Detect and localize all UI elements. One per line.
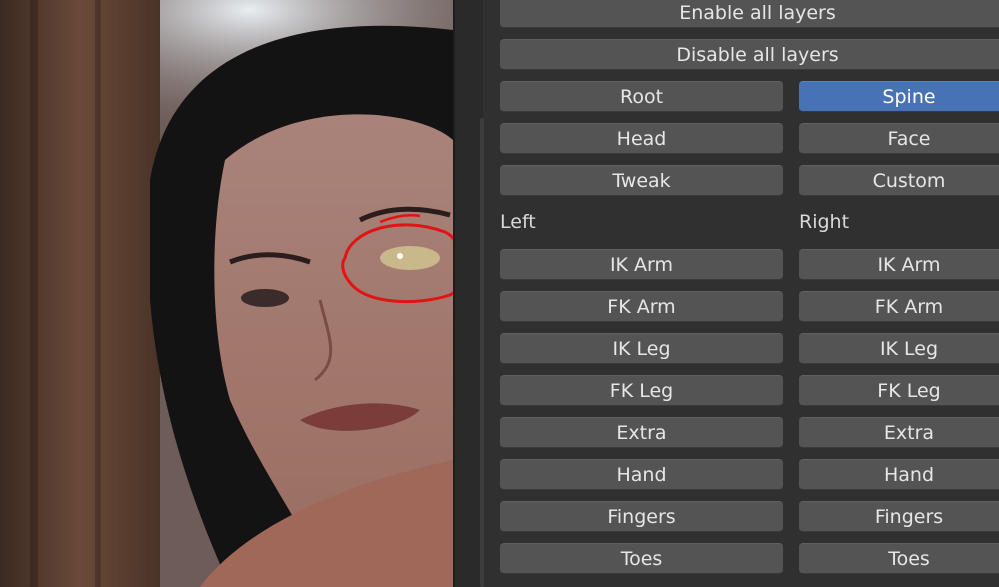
left-fk-leg-button[interactable]: FK Leg [500, 375, 783, 406]
left-ik-leg-button[interactable]: IK Leg [500, 333, 783, 364]
layer-face-button[interactable]: Face [799, 123, 999, 154]
left-fk-arm-button[interactable]: FK Arm [500, 291, 783, 322]
divider-edge [453, 0, 455, 587]
left-extra-button[interactable]: Extra [500, 417, 783, 448]
left-toes-button[interactable]: Toes [500, 543, 783, 574]
left-hand-button[interactable]: Hand [500, 459, 783, 490]
disable-all-layers-button[interactable]: Disable all layers [500, 39, 999, 70]
layer-tweak-button[interactable]: Tweak [500, 165, 783, 196]
right-fk-leg-button[interactable]: FK Leg [799, 375, 999, 406]
right-header: Right [799, 211, 850, 233]
render-image [0, 0, 453, 587]
left-header: Left [500, 211, 536, 233]
right-toes-button[interactable]: Toes [799, 543, 999, 574]
right-fingers-button[interactable]: Fingers [799, 501, 999, 532]
right-extra-button[interactable]: Extra [799, 417, 999, 448]
right-ik-arm-button[interactable]: IK Arm [799, 249, 999, 280]
left-fingers-button[interactable]: Fingers [500, 501, 783, 532]
enable-all-layers-button[interactable]: Enable all layers [500, 0, 999, 28]
3d-viewport[interactable] [0, 0, 453, 587]
right-ik-leg-button[interactable]: IK Leg [799, 333, 999, 364]
area-divider[interactable] [453, 0, 484, 587]
layer-custom-button[interactable]: Custom [799, 165, 999, 196]
layer-head-button[interactable]: Head [500, 123, 783, 154]
layers-panel: Enable all layers Disable all layers Roo… [484, 0, 999, 587]
layer-spine-button[interactable]: Spine [799, 81, 999, 112]
right-fk-arm-button[interactable]: FK Arm [799, 291, 999, 322]
right-hand-button[interactable]: Hand [799, 459, 999, 490]
left-ik-arm-button[interactable]: IK Arm [500, 249, 783, 280]
layer-root-button[interactable]: Root [500, 81, 783, 112]
